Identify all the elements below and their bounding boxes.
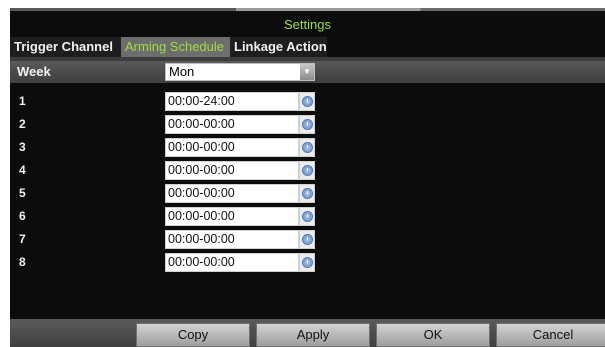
time-period-input[interactable]: 00:00-24:00 bbox=[165, 92, 299, 111]
period-number: 2 bbox=[19, 117, 26, 131]
period-number: 3 bbox=[19, 140, 26, 154]
time-period-value: 00:00-24:00 bbox=[168, 94, 235, 108]
time-picker-button[interactable] bbox=[299, 230, 315, 249]
week-select[interactable]: Mon ▼ bbox=[165, 63, 315, 81]
schedule-row: 6 00:00-00:00 bbox=[10, 205, 350, 227]
schedule-row: 8 00:00-00:00 bbox=[10, 251, 350, 273]
time-period-value: 00:00-00:00 bbox=[168, 163, 235, 177]
time-period-input[interactable]: 00:00-00:00 bbox=[165, 115, 299, 134]
top-divider bbox=[10, 8, 605, 11]
apply-button[interactable]: Apply bbox=[256, 323, 370, 347]
period-number: 4 bbox=[19, 163, 26, 177]
period-number: 7 bbox=[19, 232, 26, 246]
period-number: 5 bbox=[19, 186, 26, 200]
week-label: Week bbox=[17, 64, 51, 79]
settings-dialog: Settings Trigger Channel Arming Schedule… bbox=[10, 8, 605, 347]
cancel-button[interactable]: Cancel bbox=[496, 323, 605, 347]
time-period-input[interactable]: 00:00-00:00 bbox=[165, 161, 299, 180]
time-period-value: 00:00-00:00 bbox=[168, 117, 235, 131]
schedule-row: 3 00:00-00:00 bbox=[10, 136, 350, 158]
schedule-row: 5 00:00-00:00 bbox=[10, 182, 350, 204]
period-number: 1 bbox=[19, 94, 26, 108]
button-bar: Copy Apply OK Cancel bbox=[10, 319, 605, 347]
time-period-value: 00:00-00:00 bbox=[168, 140, 235, 154]
clock-icon bbox=[303, 258, 312, 267]
period-number: 8 bbox=[19, 255, 26, 269]
clock-icon bbox=[303, 212, 312, 221]
time-picker-button[interactable] bbox=[299, 92, 315, 111]
time-period-input[interactable]: 00:00-00:00 bbox=[165, 184, 299, 203]
schedule-row: 4 00:00-00:00 bbox=[10, 159, 350, 181]
tab-trigger-channel[interactable]: Trigger Channel bbox=[10, 37, 121, 57]
time-period-input[interactable]: 00:00-00:00 bbox=[165, 230, 299, 249]
schedule-row: 1 00:00-24:00 bbox=[10, 90, 350, 112]
time-period-value: 00:00-00:00 bbox=[168, 186, 235, 200]
clock-icon bbox=[303, 120, 312, 129]
schedule-row: 7 00:00-00:00 bbox=[10, 228, 350, 250]
clock-icon bbox=[303, 97, 312, 106]
time-period-input[interactable]: 00:00-00:00 bbox=[165, 138, 299, 157]
time-period-value: 00:00-00:00 bbox=[168, 209, 235, 223]
tab-arming-schedule[interactable]: Arming Schedule bbox=[121, 37, 230, 57]
tab-linkage-action[interactable]: Linkage Action bbox=[230, 37, 327, 57]
time-period-input[interactable]: 00:00-00:00 bbox=[165, 207, 299, 226]
time-picker-button[interactable] bbox=[299, 184, 315, 203]
week-row: Week Mon ▼ bbox=[10, 61, 605, 83]
clock-icon bbox=[303, 166, 312, 175]
time-picker-button[interactable] bbox=[299, 161, 315, 180]
clock-icon bbox=[303, 235, 312, 244]
time-period-value: 00:00-00:00 bbox=[168, 255, 235, 269]
period-number: 6 bbox=[19, 209, 26, 223]
time-period-value: 00:00-00:00 bbox=[168, 232, 235, 246]
time-picker-button[interactable] bbox=[299, 115, 315, 134]
copy-button[interactable]: Copy bbox=[136, 323, 250, 347]
time-picker-button[interactable] bbox=[299, 253, 315, 272]
clock-icon bbox=[303, 143, 312, 152]
time-picker-button[interactable] bbox=[299, 138, 315, 157]
chevron-down-icon[interactable]: ▼ bbox=[300, 64, 314, 80]
time-period-input[interactable]: 00:00-00:00 bbox=[165, 253, 299, 272]
time-picker-button[interactable] bbox=[299, 207, 315, 226]
dialog-title: Settings bbox=[284, 17, 331, 32]
schedule-row: 2 00:00-00:00 bbox=[10, 113, 350, 135]
week-select-value: Mon bbox=[169, 64, 195, 79]
clock-icon bbox=[303, 189, 312, 198]
ok-button[interactable]: OK bbox=[376, 323, 490, 347]
